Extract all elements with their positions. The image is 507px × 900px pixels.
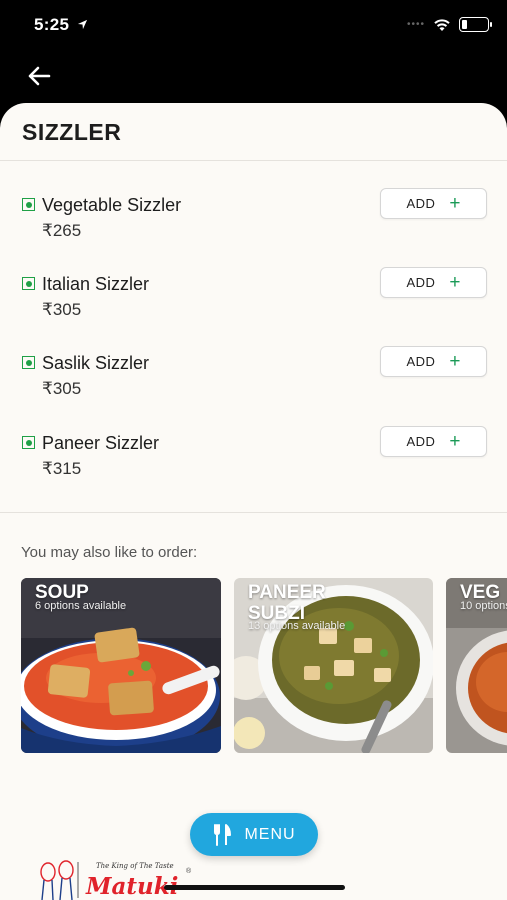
section-divider — [0, 512, 507, 513]
suggestion-card-soup[interactable]: SOUP 6 options available — [21, 578, 221, 753]
battery-icon — [459, 17, 492, 32]
plus-icon: + — [449, 272, 461, 293]
menu-item: Italian Sizzler ₹305 ADD + — [0, 267, 507, 334]
header-divider — [0, 160, 507, 161]
plus-icon: + — [449, 431, 461, 452]
menu-button[interactable]: MENU — [190, 813, 318, 856]
status-bar: 5:25 •••• — [0, 0, 507, 52]
status-icons: •••• — [406, 17, 492, 32]
item-name: Italian Sizzler — [42, 274, 150, 294]
card-subtitle: 13 options available — [248, 620, 346, 632]
back-button[interactable] — [24, 62, 54, 90]
menu-item: Saslik Sizzler ₹305 ADD + — [0, 346, 507, 413]
item-name: Saslik Sizzler — [42, 353, 150, 373]
home-indicator[interactable] — [164, 885, 345, 890]
card-title-line: PANEER — [248, 582, 326, 603]
status-time: 5:25 — [34, 15, 88, 35]
veg-icon — [22, 277, 35, 290]
item-price: ₹305 — [42, 379, 82, 398]
veg-icon — [22, 356, 35, 369]
suggestion-carousel[interactable]: SOUP 6 options available PANEER SUBZI 13… — [21, 578, 507, 753]
chef-logo-icon — [40, 860, 79, 900]
veg-icon — [22, 198, 35, 211]
suggestion-card-veg[interactable]: VEG 10 options — [446, 578, 507, 753]
add-label: ADD — [406, 196, 436, 211]
menu-button-label: MENU — [244, 825, 296, 843]
brand-registered-mark: ® — [186, 868, 192, 875]
card-title: PANEER SUBZI — [248, 582, 326, 624]
item-price: ₹265 — [42, 221, 82, 240]
add-label: ADD — [406, 354, 436, 369]
signal-icon: •••• — [406, 19, 425, 30]
item-name: Vegetable Sizzler — [42, 195, 182, 215]
add-button[interactable]: ADD + — [380, 188, 487, 219]
location-arrow-icon — [78, 19, 88, 30]
page-title: SIZZLER — [22, 119, 122, 145]
add-button[interactable]: ADD + — [380, 267, 487, 298]
veg-icon — [22, 436, 35, 449]
add-button[interactable]: ADD + — [380, 426, 487, 457]
card-subtitle: 6 options available — [35, 600, 127, 612]
suggestion-card-paneer-subzi[interactable]: PANEER SUBZI 13 options available — [234, 578, 433, 753]
brand-logo: The King of The Taste Matuki ® — [36, 858, 196, 900]
arrow-left-icon — [28, 66, 51, 86]
status-time-text: 5:25 — [34, 15, 70, 34]
item-name: Paneer Sizzler — [42, 433, 160, 453]
plus-icon: + — [449, 351, 461, 372]
content-sheet: SIZZLER Vegetable Sizzler ₹265 ADD + Ita… — [0, 103, 507, 900]
brand-tagline: The King of The Taste — [96, 862, 174, 870]
wifi-icon — [434, 18, 450, 31]
add-label: ADD — [406, 275, 436, 290]
add-button[interactable]: ADD + — [380, 346, 487, 377]
card-subtitle: 10 options — [460, 600, 507, 612]
suggestions-heading: You may also like to order: — [21, 544, 198, 561]
plus-icon: + — [449, 193, 461, 214]
add-label: ADD — [406, 434, 436, 449]
item-price: ₹305 — [42, 300, 82, 319]
menu-item: Vegetable Sizzler ₹265 ADD + — [0, 188, 507, 255]
item-price: ₹315 — [42, 459, 82, 478]
fork-knife-icon — [214, 823, 232, 846]
menu-item: Paneer Sizzler ₹315 ADD + — [0, 426, 507, 493]
